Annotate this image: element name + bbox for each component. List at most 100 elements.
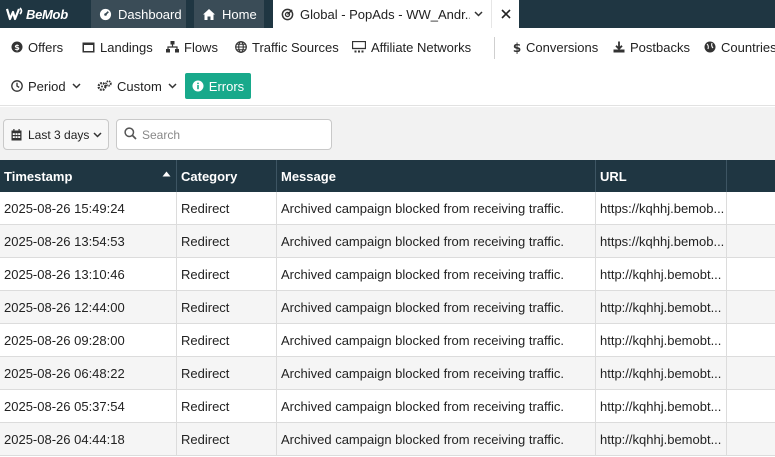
column-header-category[interactable]: Category bbox=[177, 160, 277, 192]
url-text: http://kqhhj.bemobt... bbox=[600, 266, 722, 282]
chevron-down-icon bbox=[168, 83, 177, 89]
tab-campaign[interactable]: Global - PopAds - WW_Andr... bbox=[273, 0, 491, 28]
nav-postbacks[interactable]: Postbacks bbox=[613, 28, 690, 66]
cell-extra bbox=[727, 258, 775, 290]
nav-traffic-sources[interactable]: Traffic Sources bbox=[235, 28, 339, 66]
column-header-url[interactable]: URL bbox=[596, 160, 727, 192]
cell-url: https://kqhhj.bemob... bbox=[596, 225, 727, 257]
svg-text:$: $ bbox=[513, 41, 521, 54]
cell-message: Archived campaign blocked from receiving… bbox=[277, 324, 596, 356]
column-header-timestamp[interactable]: Timestamp bbox=[0, 160, 177, 192]
cell-category: Redirect bbox=[177, 357, 277, 389]
url-text: http://kqhhj.bemobt... bbox=[600, 365, 722, 381]
cell-url: http://kqhhj.bemobt... bbox=[596, 291, 727, 323]
errors-table: Timestamp Category Message URL 2025-08-2… bbox=[0, 160, 775, 456]
url-text: http://kqhhj.bemobt... bbox=[600, 332, 722, 348]
nav-offers-label: Offers bbox=[28, 39, 64, 55]
url-text: http://kqhhj.bemobt... bbox=[600, 398, 722, 414]
report-nav: $ Offers Landings Flows Traffic Sources … bbox=[0, 28, 775, 66]
cell-category: Redirect bbox=[177, 324, 277, 356]
table-row[interactable]: 2025-08-26 05:37:54 Redirect Archived ca… bbox=[0, 390, 775, 423]
column-header-label: Timestamp bbox=[4, 168, 73, 184]
network-icon bbox=[352, 41, 366, 53]
cell-category: Redirect bbox=[177, 192, 277, 224]
custom-label: Custom bbox=[117, 78, 162, 94]
nav-flows[interactable]: Flows bbox=[166, 28, 218, 66]
logo-text: BeMob bbox=[26, 6, 68, 22]
tab-home[interactable]: Home bbox=[194, 0, 264, 28]
cell-timestamp: 2025-08-26 04:44:18 bbox=[0, 423, 177, 455]
errors-tab-button[interactable]: Errors bbox=[185, 73, 251, 99]
nav-flows-label: Flows bbox=[184, 39, 218, 55]
cell-timestamp: 2025-08-26 05:37:54 bbox=[0, 390, 177, 422]
cell-timestamp: 2025-08-26 13:54:53 bbox=[0, 225, 177, 257]
date-range-label: Last 3 days bbox=[28, 127, 90, 142]
globe-icon bbox=[704, 41, 716, 53]
close-tab-button[interactable] bbox=[491, 0, 519, 28]
cell-url: http://kqhhj.bemobt... bbox=[596, 423, 727, 455]
cell-url: http://kqhhj.bemobt... bbox=[596, 324, 727, 356]
table-row[interactable]: 2025-08-26 13:54:53 Redirect Archived ca… bbox=[0, 225, 775, 258]
nav-affiliate-networks[interactable]: Affiliate Networks bbox=[352, 28, 471, 66]
cell-url: http://kqhhj.bemobt... bbox=[596, 357, 727, 389]
sitemap-icon bbox=[166, 41, 179, 53]
period-dropdown[interactable]: Period bbox=[11, 66, 81, 106]
table-row[interactable]: 2025-08-26 15:49:24 Redirect Archived ca… bbox=[0, 192, 775, 225]
clock-icon bbox=[11, 80, 23, 92]
table-row[interactable]: 2025-08-26 12:44:00 Redirect Archived ca… bbox=[0, 291, 775, 324]
nav-countries[interactable]: Countries bbox=[704, 28, 775, 66]
custom-dropdown[interactable]: Custom bbox=[97, 66, 177, 106]
tab-home-label: Home bbox=[222, 6, 257, 22]
nav-conversions-label: Conversions bbox=[526, 39, 599, 55]
nav-affiliate-networks-label: Affiliate Networks bbox=[371, 39, 472, 55]
tab-dashboard[interactable]: Dashboard bbox=[91, 0, 186, 28]
date-range-dropdown[interactable]: Last 3 days bbox=[3, 119, 109, 150]
column-header-label: Category bbox=[181, 168, 238, 184]
info-circle-icon bbox=[192, 80, 204, 92]
errors-label: Errors bbox=[208, 78, 245, 94]
top-bar: BeMob Dashboard Home Global - PopAds - W… bbox=[0, 0, 775, 28]
nav-landings-label: Landings bbox=[100, 39, 153, 55]
cell-extra bbox=[727, 423, 775, 455]
campaign-globe-icon bbox=[281, 8, 294, 21]
nav-postbacks-label: Postbacks bbox=[630, 39, 690, 55]
column-header-message[interactable]: Message bbox=[277, 160, 596, 192]
nav-divider bbox=[494, 37, 495, 59]
period-label: Period bbox=[28, 78, 66, 94]
cell-category: Redirect bbox=[177, 258, 277, 290]
cell-url: http://kqhhj.bemobt... bbox=[596, 258, 727, 290]
chevron-down-icon bbox=[93, 131, 102, 138]
table-body: 2025-08-26 15:49:24 Redirect Archived ca… bbox=[0, 192, 775, 456]
window-icon bbox=[82, 42, 95, 53]
search-input[interactable] bbox=[142, 127, 322, 142]
cell-extra bbox=[727, 357, 775, 389]
sort-asc-icon bbox=[162, 171, 171, 177]
dashboard-gauge-icon bbox=[99, 8, 112, 21]
table-row[interactable]: 2025-08-26 09:28:00 Redirect Archived ca… bbox=[0, 324, 775, 357]
nav-countries-label: Countries bbox=[721, 39, 775, 55]
svg-text:$: $ bbox=[14, 43, 20, 52]
chevron-down-icon[interactable] bbox=[474, 11, 483, 17]
table-row[interactable]: 2025-08-26 04:44:18 Redirect Archived ca… bbox=[0, 423, 775, 456]
tab-dashboard-label: Dashboard bbox=[118, 6, 182, 22]
url-text: https://kqhhj.bemob... bbox=[600, 233, 725, 249]
cell-extra bbox=[727, 324, 775, 356]
toolbar: Last 3 days bbox=[0, 107, 775, 160]
nav-offers[interactable]: $ Offers bbox=[11, 28, 63, 66]
nav-conversions[interactable]: $ Conversions bbox=[513, 28, 598, 66]
search-box[interactable] bbox=[116, 119, 332, 150]
cell-message: Archived campaign blocked from receiving… bbox=[277, 390, 596, 422]
nav-landings[interactable]: Landings bbox=[82, 28, 153, 66]
cell-extra bbox=[727, 225, 775, 257]
table-header: Timestamp Category Message URL bbox=[0, 160, 775, 192]
cell-message: Archived campaign blocked from receiving… bbox=[277, 192, 596, 224]
close-icon bbox=[500, 9, 511, 19]
app-logo[interactable]: BeMob bbox=[6, 6, 68, 22]
url-text: http://kqhhj.bemobt... bbox=[600, 431, 722, 447]
table-row[interactable]: 2025-08-26 06:48:22 Redirect Archived ca… bbox=[0, 357, 775, 390]
column-header-label: URL bbox=[600, 168, 627, 184]
cell-extra bbox=[727, 291, 775, 323]
cell-category: Redirect bbox=[177, 291, 277, 323]
cell-url: https://kqhhj.bemob... bbox=[596, 192, 727, 224]
table-row[interactable]: 2025-08-26 13:10:46 Redirect Archived ca… bbox=[0, 258, 775, 291]
